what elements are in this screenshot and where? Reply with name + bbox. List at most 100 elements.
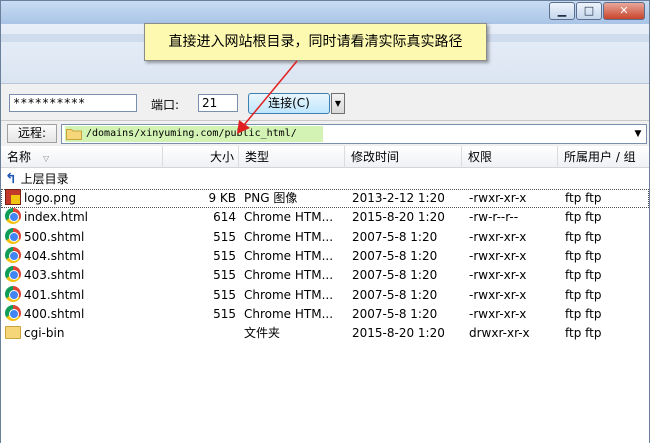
connect-button[interactable]: 连接(C) (248, 93, 330, 114)
file-row[interactable]: 400.shtml 515 Chrome HTM... 2007-5-8 1:20 -r… (1, 304, 649, 324)
file-size-cell: 515 (213, 248, 236, 263)
maximize-button[interactable]: □ (576, 2, 602, 20)
column-header-modified[interactable]: 修改时间 (345, 146, 462, 168)
connection-bar: ********** 端口: 21 连接(C) ▼ (1, 84, 649, 120)
file-row[interactable]: 500.shtml 515 Chrome HTM... 2007-5-8 1:20 -r… (1, 227, 649, 247)
file-permissions-cell: -rwxr-xr-x (469, 306, 527, 321)
file-row[interactable]: 404.shtml 515 Chrome HTM... 2007-5-8 1:20 -r… (1, 246, 649, 266)
password-field[interactable]: ********** (9, 94, 137, 112)
file-modified-cell: 2007-5-8 1:20 (352, 306, 438, 321)
file-size-cell: 515 (213, 268, 236, 283)
file-name-cell: 403.shtml (5, 266, 163, 285)
file-modified-cell: 2007-5-8 1:20 (352, 287, 438, 302)
sort-arrow-icon: ▽ (43, 154, 50, 163)
file-permissions-cell: -rwxr-xr-x (469, 191, 527, 205)
file-name-cell: cgi-bin (5, 324, 163, 343)
file-size-cell: 9 KB (208, 191, 236, 205)
file-size-cell: 614 (213, 210, 236, 225)
file-name-cell: 500.shtml (5, 227, 163, 247)
chrome-html-icon (5, 285, 21, 302)
port-field[interactable]: 21 (198, 94, 238, 112)
remote-path-bar: 远程: /domains/xinyuming.com/public_html/ … (1, 120, 649, 146)
chrome-html-icon (5, 208, 21, 225)
file-owner-cell: ftp ftp (565, 306, 602, 321)
file-owner-cell: ftp ftp (565, 326, 602, 341)
column-header-owner[interactable]: 所属用户 / 组 (558, 146, 649, 168)
file-type-cell: PNG 图像 (244, 191, 298, 205)
chevron-down-icon[interactable]: ▼ (630, 125, 646, 143)
file-size-cell: 515 (213, 306, 236, 321)
file-name-label: 403.shtml (24, 268, 85, 283)
file-row[interactable]: index.html 614 Chrome HTM... 2015-8-20 1:20… (1, 208, 649, 227)
file-name-label: cgi-bin (24, 326, 65, 341)
file-permissions-cell: -rw-r--r-- (469, 210, 519, 225)
file-permissions-cell: -rwxr-xr-x (469, 268, 527, 283)
file-name-cell: logo.png (5, 189, 163, 208)
file-modified-cell: 2015-8-20 1:20 (352, 326, 445, 341)
chrome-html-icon (5, 227, 21, 244)
title-bar: ▁ □ ✕ (1, 1, 649, 24)
file-name-label: 400.shtml (24, 306, 85, 321)
remote-path-combobox[interactable]: /domains/xinyuming.com/public_html/ ▼ (61, 124, 647, 144)
folder-icon (66, 129, 82, 140)
file-owner-cell: ftp ftp (565, 191, 602, 205)
column-header-size[interactable]: 大小 (163, 146, 239, 168)
file-name-label: index.html (24, 210, 88, 225)
close-button[interactable]: ✕ (603, 2, 645, 20)
file-row[interactable]: logo.png 9 KB PNG 图像 2013-2-12 1:20 -rwxr-xr… (1, 189, 649, 208)
file-type-cell: Chrome HTM... (244, 268, 334, 283)
parent-directory-label: 上层目录 (20, 172, 69, 186)
chrome-html-icon (5, 266, 21, 283)
file-type-cell: Chrome HTM... (244, 306, 334, 321)
list-header: 名称 ▽ 大小 类型 修改时间 权限 所属用户 / 组 (1, 146, 649, 168)
file-permissions-cell: -rwxr-xr-x (469, 229, 527, 244)
remote-label-button[interactable]: 远程: (7, 124, 57, 143)
remote-path-text: /domains/xinyuming.com/public_html/ (86, 128, 297, 139)
annotation-callout: 直接进入网站根目录，同时请看清实际真实路径 (144, 23, 487, 61)
file-name-label: 500.shtml (24, 229, 85, 244)
file-owner-cell: ftp ftp (565, 229, 602, 244)
file-type-cell: Chrome HTM... (244, 287, 334, 302)
file-size-cell (163, 324, 236, 343)
file-name-cell: index.html (5, 208, 163, 227)
chrome-html-icon (5, 304, 21, 321)
file-name-label: 401.shtml (24, 287, 85, 302)
chrome-html-icon (5, 246, 21, 263)
remote-file-list: 名称 ▽ 大小 类型 修改时间 权限 所属用户 / 组 ↰ 上层目录 logo.p… (1, 146, 649, 443)
file-name-label: logo.png (24, 191, 77, 205)
file-type-cell: Chrome HTM... (244, 210, 334, 225)
file-owner-cell: ftp ftp (565, 210, 602, 225)
file-name-cell: 401.shtml (5, 285, 163, 305)
file-name-label: 404.shtml (24, 248, 85, 263)
column-header-type[interactable]: 类型 (239, 146, 345, 168)
file-name-cell: 404.shtml (5, 246, 163, 266)
file-size-cell: 515 (213, 287, 236, 302)
file-type-cell: 文件夹 (244, 326, 281, 341)
file-permissions-cell: -rwxr-xr-x (469, 287, 527, 302)
parent-directory-row[interactable]: ↰ 上层目录 (1, 170, 649, 189)
ftp-client-window: ▁ □ ✕ ********** 端口: 21 连接(C) ▼ 远程: /dom… (0, 0, 650, 443)
file-size-cell: 515 (213, 229, 236, 244)
png-file-icon (5, 189, 21, 205)
up-arrow-icon: ↰ (5, 171, 17, 187)
file-row[interactable]: 403.shtml 515 Chrome HTM... 2007-5-8 1:20 -r… (1, 266, 649, 285)
file-row[interactable]: cgi-bin 文件夹 2015-8-20 1:20 drwxr-xr-x ftp ft… (1, 324, 649, 343)
file-modified-cell: 2013-2-12 1:20 (352, 191, 445, 205)
file-owner-cell: ftp ftp (565, 268, 602, 283)
file-owner-cell: ftp ftp (565, 248, 602, 263)
column-header-name[interactable]: 名称 ▽ (1, 146, 163, 168)
column-name-label: 名称 (7, 150, 32, 164)
file-name-cell: 400.shtml (5, 304, 163, 324)
file-type-cell: Chrome HTM... (244, 229, 334, 244)
file-type-cell: Chrome HTM... (244, 248, 334, 263)
connect-dropdown-button[interactable]: ▼ (331, 93, 345, 114)
minimize-button[interactable]: ▁ (549, 2, 575, 20)
file-owner-cell: ftp ftp (565, 287, 602, 302)
file-row[interactable]: 401.shtml 515 Chrome HTM... 2007-5-8 1:20 -r… (1, 285, 649, 305)
column-header-permissions[interactable]: 权限 (462, 146, 558, 168)
port-label: 端口: (151, 98, 180, 112)
file-permissions-cell: drwxr-xr-x (469, 326, 530, 341)
file-modified-cell: 2015-8-20 1:20 (352, 210, 445, 225)
parent-directory-cell: ↰ 上层目录 (5, 170, 163, 189)
file-modified-cell: 2007-5-8 1:20 (352, 248, 438, 263)
